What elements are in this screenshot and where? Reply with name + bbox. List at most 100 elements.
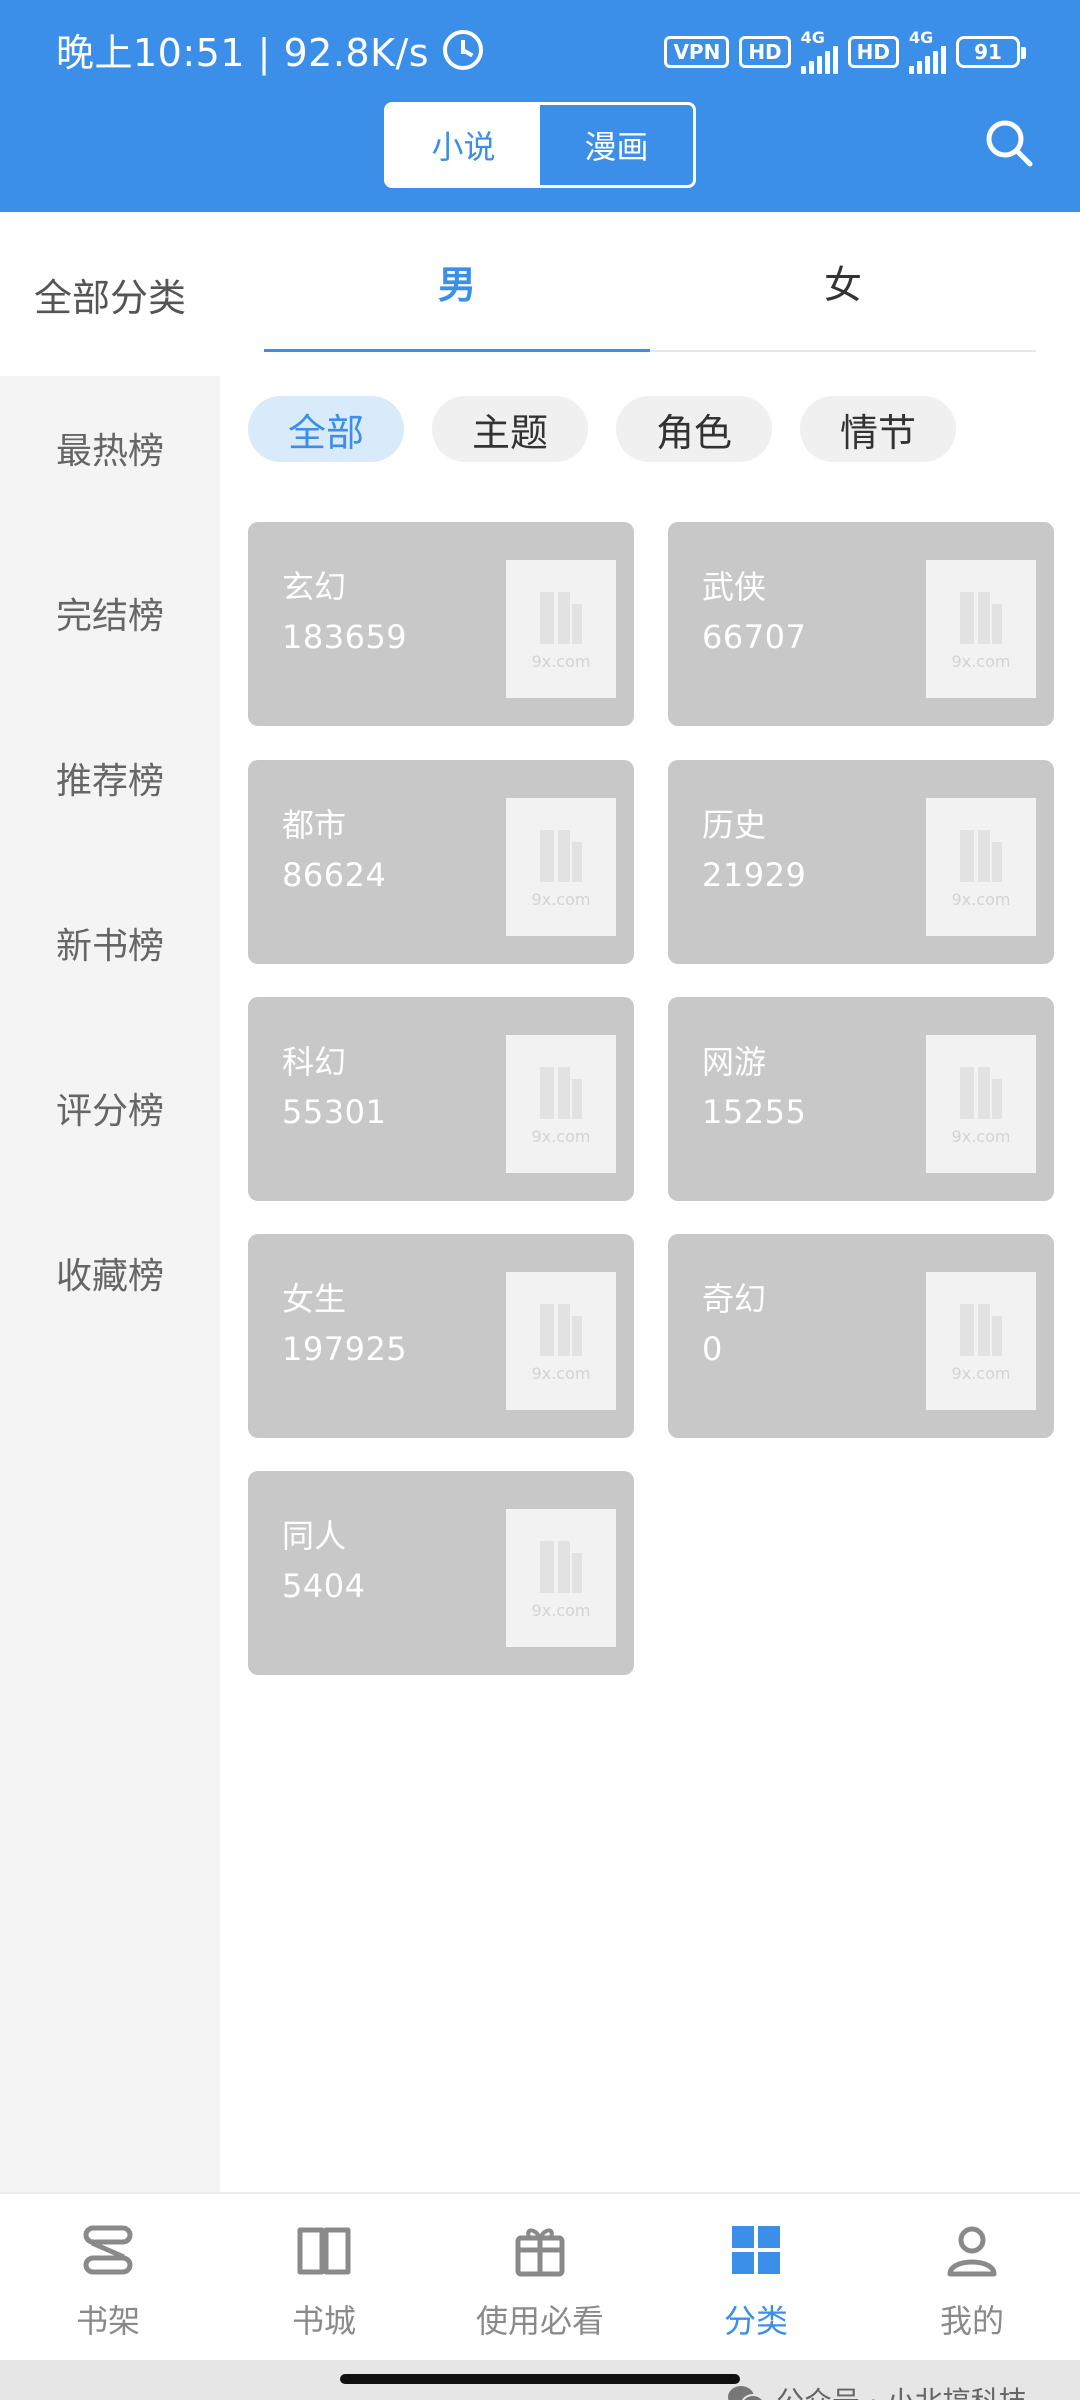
category-thumbnail: 9x.com <box>506 1272 616 1410</box>
thumbnail-watermark: 9x.com <box>951 1127 1011 1146</box>
nav-category[interactable]: 分类 <box>648 2220 864 2342</box>
home-indicator[interactable] <box>340 2374 740 2384</box>
nav-bookstore[interactable]: 书城 <box>216 2220 432 2342</box>
category-card[interactable]: 科幻 55301 9x.com <box>248 997 634 1201</box>
category-name: 历史 <box>702 806 767 844</box>
category-card[interactable]: 网游 15255 9x.com <box>668 997 1054 1201</box>
network-type: 4G <box>800 28 825 47</box>
bottom-navigation: 书架 书城 使用必看 分类 我的 <box>0 2192 1080 2360</box>
signal-icon-2: 4G <box>909 30 946 74</box>
category-name: 玄幻 <box>282 568 347 606</box>
nav-bookshelf[interactable]: 书架 <box>0 2220 216 2342</box>
sidebar-item-favorites[interactable]: 收藏榜 <box>0 1233 220 1313</box>
tab-comic[interactable]: 漫画 <box>540 105 693 185</box>
nav-label: 书架 <box>75 2302 140 2340</box>
thumbnail-watermark: 9x.com <box>531 1601 591 1620</box>
category-count: 183659 <box>282 618 408 656</box>
nav-label: 我的 <box>939 2302 1004 2340</box>
wechat-icon <box>728 2386 764 2400</box>
book-placeholder-icon <box>960 1067 1002 1119</box>
sidebar-item-completed[interactable]: 完结榜 <box>0 573 220 653</box>
ranking-list: 最热榜 完结榜 推荐榜 新书榜 评分榜 收藏榜 <box>0 376 220 2192</box>
nav-profile[interactable]: 我的 <box>864 2220 1080 2342</box>
hd-badge-2: HD <box>847 36 899 68</box>
thumbnail-watermark: 9x.com <box>531 1364 591 1383</box>
category-count: 66707 <box>702 618 807 656</box>
system-icons: VPN HD 4G HD 4G 91 <box>664 28 1026 74</box>
category-count: 0 <box>702 1330 723 1368</box>
watermark: 公众号 · 小北搞科技 <box>726 2380 1027 2400</box>
sidebar-item-all-categories[interactable]: 全部分类 <box>0 212 220 376</box>
battery-icon: 91 <box>956 36 1026 68</box>
category-card[interactable]: 都市 86624 9x.com <box>248 760 634 964</box>
category-card[interactable]: 同人 5404 9x.com <box>248 1471 634 1675</box>
book-placeholder-icon <box>540 830 582 882</box>
category-card[interactable]: 历史 21929 9x.com <box>668 760 1054 964</box>
sidebar-item-recommended[interactable]: 推荐榜 <box>0 738 220 818</box>
gift-icon <box>515 2228 565 2277</box>
category-name: 女生 <box>282 1280 347 1318</box>
nav-label: 分类 <box>723 2302 788 2340</box>
filter-chips: 全部 主题 角色 情节 <box>248 396 956 462</box>
tab-female[interactable]: 女 <box>650 254 1036 309</box>
active-tab-indicator <box>264 349 650 352</box>
category-name: 武侠 <box>702 568 767 606</box>
chip-role[interactable]: 角色 <box>616 396 772 462</box>
category-thumbnail: 9x.com <box>926 560 1036 698</box>
signal-icon: 4G <box>800 28 838 74</box>
thumbnail-watermark: 9x.com <box>951 1364 1011 1383</box>
thumbnail-watermark: 9x.com <box>531 1127 591 1146</box>
category-thumbnail: 9x.com <box>506 798 616 936</box>
tab-novel[interactable]: 小说 <box>387 105 540 185</box>
book-placeholder-icon <box>960 830 1002 882</box>
app-header: 晚上10:51 | 92.8K/s VPN HD 4G HD 4G 91 小说 … <box>0 0 1080 212</box>
book-placeholder-icon <box>540 1541 582 1593</box>
category-thumbnail: 9x.com <box>926 1035 1036 1173</box>
category-count: 55301 <box>282 1093 387 1131</box>
category-count: 5404 <box>282 1567 366 1605</box>
nav-must-read[interactable]: 使用必看 <box>432 2220 648 2342</box>
gender-tabs: 男 女 <box>264 230 1036 352</box>
thumbnail-watermark: 9x.com <box>531 652 591 671</box>
category-thumbnail: 9x.com <box>506 1509 616 1647</box>
book-placeholder-icon <box>960 592 1002 644</box>
hd-badge: HD <box>739 36 791 68</box>
tab-male[interactable]: 男 <box>264 254 650 309</box>
sidebar-item-rating[interactable]: 评分榜 <box>0 1068 220 1148</box>
category-count: 21929 <box>702 856 807 894</box>
category-count: 15255 <box>702 1093 807 1131</box>
category-thumbnail: 9x.com <box>506 560 616 698</box>
chip-plot[interactable]: 情节 <box>800 396 956 462</box>
category-name: 奇幻 <box>702 1280 767 1318</box>
category-thumbnail: 9x.com <box>506 1035 616 1173</box>
thumbnail-watermark: 9x.com <box>951 890 1011 909</box>
nav-label: 使用必看 <box>475 2302 604 2340</box>
book-placeholder-icon <box>960 1304 1002 1356</box>
category-name: 网游 <box>702 1043 767 1081</box>
watermark-text: 公众号 · 小北搞科技 <box>776 2380 1027 2400</box>
network-type-2: 4G <box>909 28 934 47</box>
sidebar-item-hot[interactable]: 最热榜 <box>0 408 220 488</box>
category-card[interactable]: 女生 197925 9x.com <box>248 1234 634 1438</box>
sidebar-item-new[interactable]: 新书榜 <box>0 903 220 983</box>
chip-theme[interactable]: 主题 <box>432 396 588 462</box>
alarm-icon <box>443 29 484 70</box>
vpn-badge: VPN <box>664 36 730 68</box>
nav-label: 书城 <box>291 2302 356 2340</box>
open-book-icon <box>297 2227 351 2275</box>
status-bar: 晚上10:51 | 92.8K/s <box>56 22 484 77</box>
book-placeholder-icon <box>540 1304 582 1356</box>
category-card[interactable]: 奇幻 0 9x.com <box>668 1234 1054 1438</box>
user-icon <box>947 2226 997 2277</box>
book-placeholder-icon <box>540 1067 582 1119</box>
category-card[interactable]: 玄幻 183659 9x.com <box>248 522 634 726</box>
search-icon[interactable] <box>984 118 1034 168</box>
category-thumbnail: 9x.com <box>926 1272 1036 1410</box>
thumbnail-watermark: 9x.com <box>531 890 591 909</box>
category-count: 86624 <box>282 856 387 894</box>
content-type-switch: 小说 漫画 <box>384 102 696 188</box>
category-name: 都市 <box>282 806 347 844</box>
chip-all[interactable]: 全部 <box>248 396 404 462</box>
category-sidebar: 全部分类 最热榜 完结榜 推荐榜 新书榜 评分榜 收藏榜 <box>0 212 220 2192</box>
category-card[interactable]: 武侠 66707 9x.com <box>668 522 1054 726</box>
